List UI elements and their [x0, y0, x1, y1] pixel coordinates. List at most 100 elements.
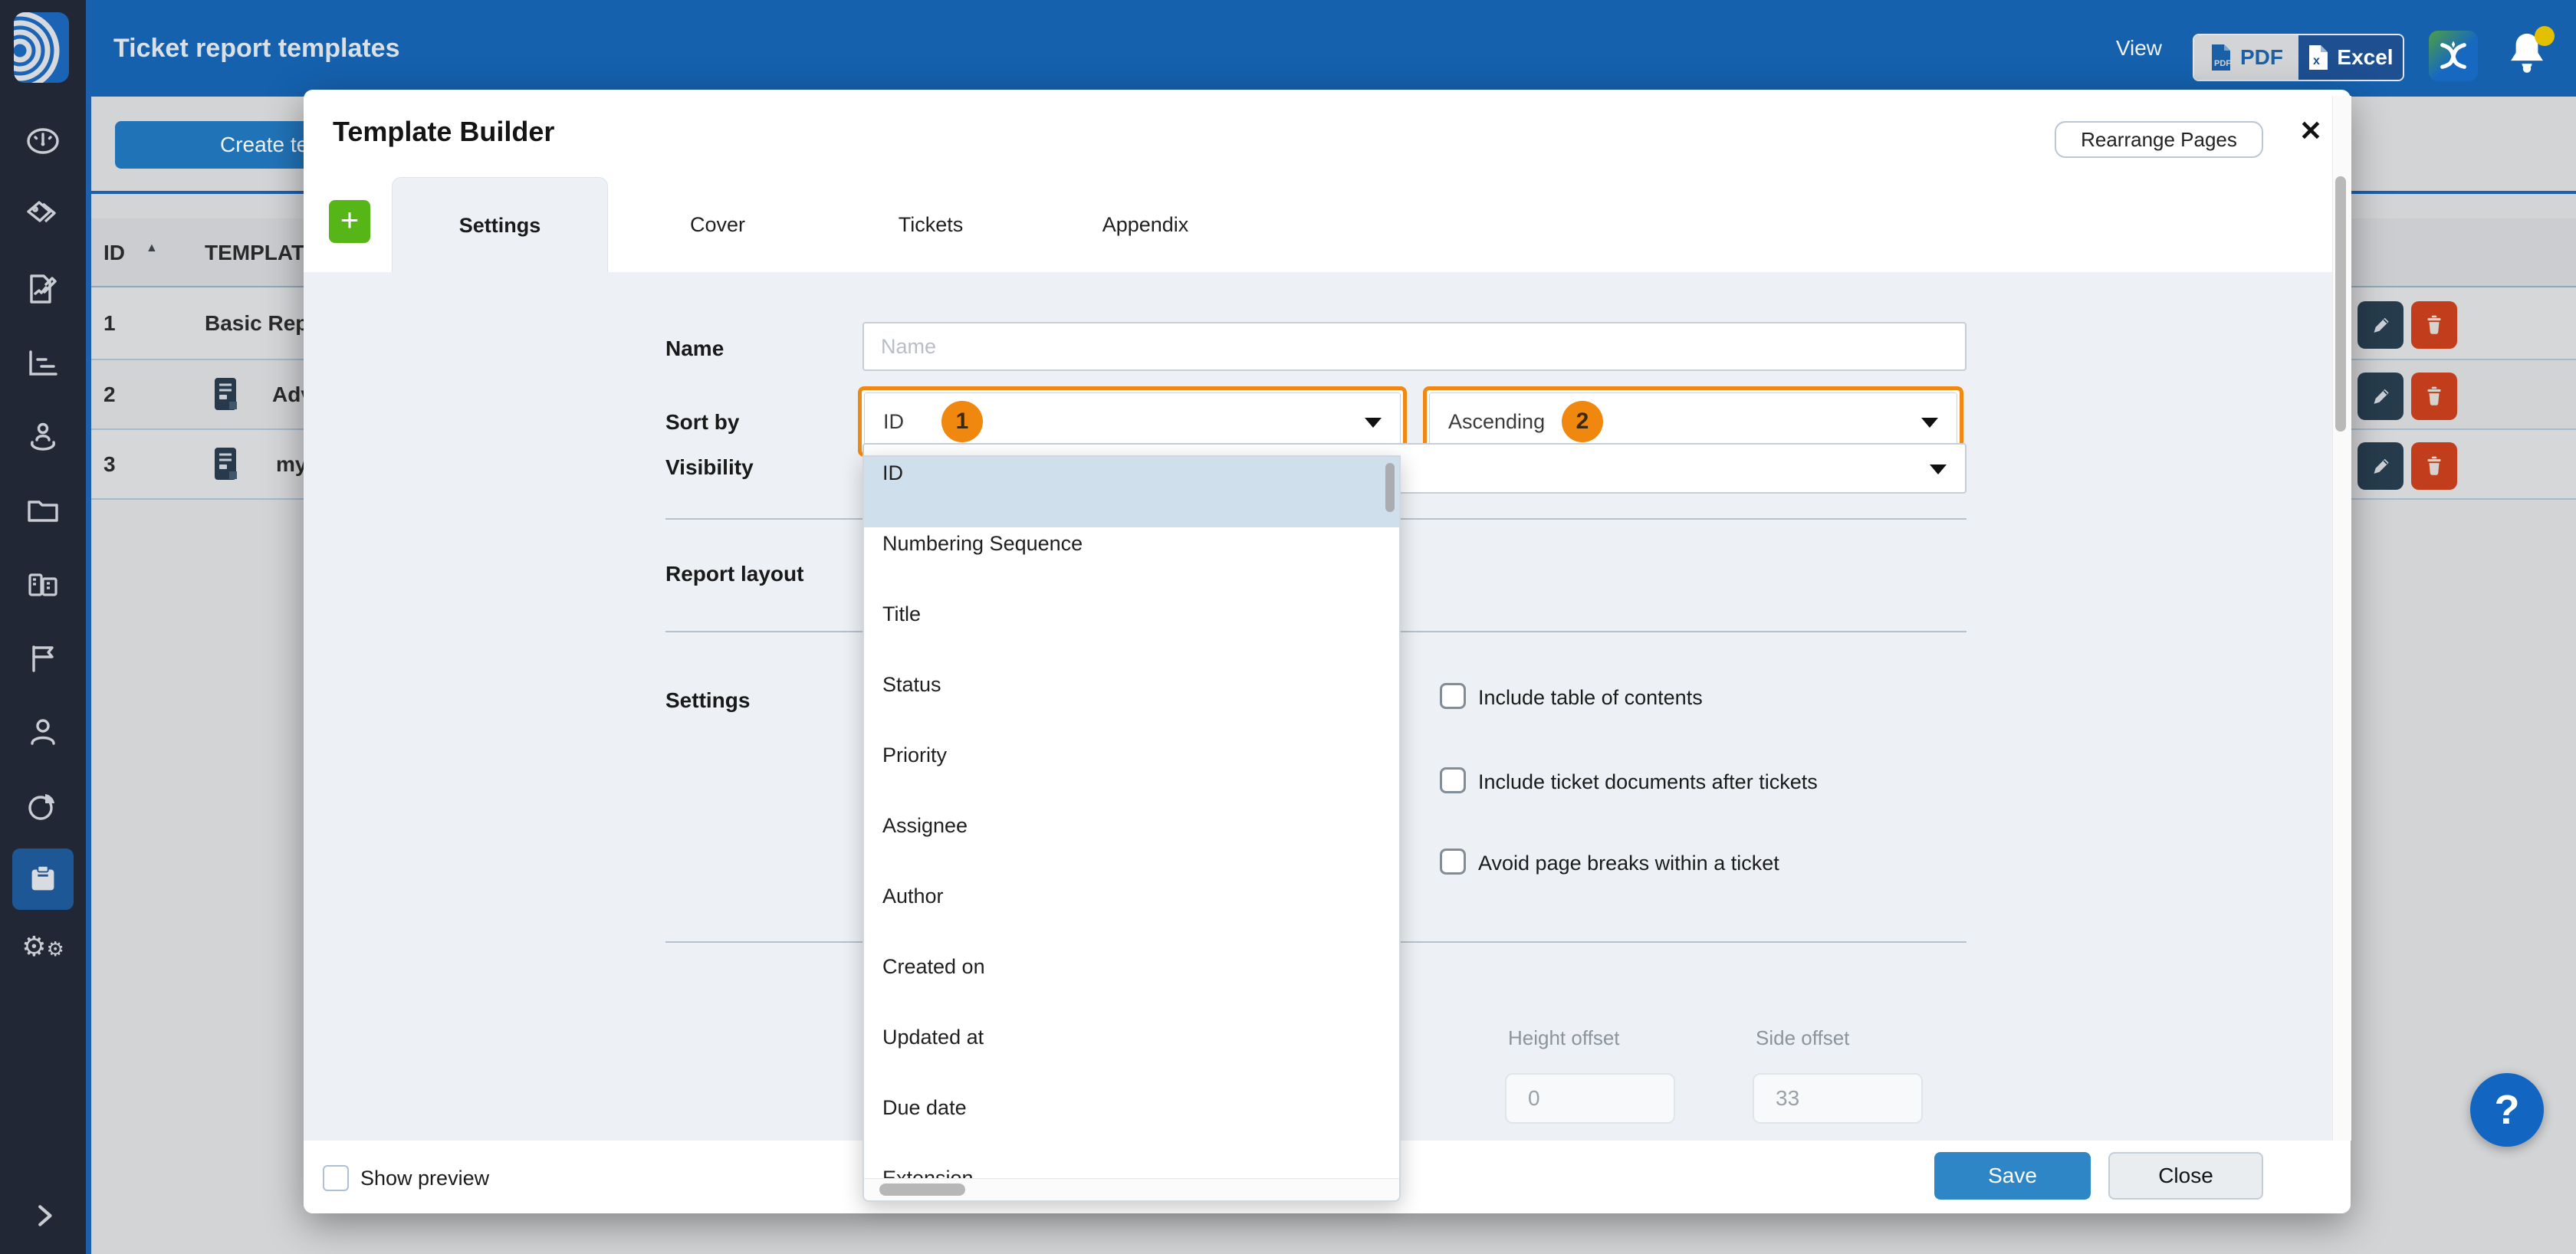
row-id: 2 — [104, 360, 116, 428]
visibility-label: Visibility — [665, 455, 754, 480]
tab-appendix-label: Appendix — [1102, 213, 1189, 237]
sort-by-label: Sort by — [665, 410, 739, 435]
tab-appendix[interactable]: Appendix — [1061, 177, 1230, 272]
height-offset-input[interactable] — [1505, 1073, 1675, 1124]
sidebar-item-settings[interactable]: ⚙⚙ — [21, 926, 64, 969]
dropdown-option[interactable]: Assignee — [864, 809, 1399, 880]
dropdown-option[interactable]: Created on — [864, 950, 1399, 1021]
flag-icon — [25, 640, 61, 677]
sidebar-item-folder[interactable] — [21, 490, 64, 533]
pencil-icon — [2367, 312, 2394, 338]
dropdown-option[interactable]: Due date — [864, 1092, 1399, 1162]
include-toc-label: Include table of contents — [1478, 686, 1703, 710]
column-header-id[interactable]: ID — [104, 218, 125, 287]
sidebar-item-bar-chart[interactable] — [21, 342, 64, 385]
tab-cover[interactable]: Cover — [633, 177, 802, 272]
dropdown-option[interactable]: Author — [864, 880, 1399, 950]
user-icon — [25, 714, 61, 751]
side-offset-label: Side offset — [1756, 1026, 1849, 1050]
edit-row-button[interactable] — [2358, 442, 2404, 490]
template-doc-icon — [214, 447, 240, 482]
height-offset-label: Height offset — [1508, 1026, 1620, 1050]
include-toc-checkbox[interactable] — [1440, 683, 1466, 709]
sidebar-item-dashboard[interactable] — [21, 120, 64, 162]
bar-chart-icon — [25, 345, 61, 382]
row-id: 1 — [104, 287, 116, 359]
excel-toggle-button[interactable]: x Excel — [2298, 35, 2403, 80]
row-id: 3 — [104, 430, 116, 498]
dropdown-vertical-scrollbar[interactable] — [1385, 463, 1395, 512]
name-field-label: Name — [665, 336, 724, 361]
sort-direction-value: Ascending — [1448, 393, 1545, 450]
settings-section-label: Settings — [665, 688, 750, 713]
help-question-icon: ? — [2495, 1086, 2520, 1134]
dropdown-horizontal-scrollbar[interactable] — [879, 1183, 965, 1196]
edit-row-button[interactable] — [2358, 301, 2404, 349]
save-button[interactable]: Save — [1934, 1152, 2091, 1200]
tab-tickets[interactable]: Tickets — [846, 177, 1015, 272]
rearrange-pages-button[interactable]: Rearrange Pages — [2055, 121, 2263, 158]
notification-badge — [2535, 26, 2555, 46]
close-button[interactable]: Close — [2108, 1152, 2263, 1200]
shell-logo-icon — [14, 12, 69, 83]
rearrange-pages-label: Rearrange Pages — [2081, 128, 2237, 152]
view-label: View — [2070, 0, 2162, 97]
show-preview-label: Show preview — [360, 1165, 489, 1191]
dropdown-option[interactable]: Status — [864, 668, 1399, 739]
dropdown-option[interactable]: Priority — [864, 739, 1399, 809]
trash-icon — [2422, 312, 2446, 338]
column-header-template[interactable]: TEMPLATE — [205, 218, 319, 287]
sort-asc-icon: ▲ — [146, 241, 158, 255]
sidebar-item-flag[interactable] — [21, 637, 64, 680]
tags-icon — [25, 197, 61, 234]
add-page-tab-button[interactable]: + — [329, 200, 370, 243]
pencil-icon — [2367, 383, 2394, 409]
sidebar-item-tags[interactable] — [21, 194, 64, 237]
trash-icon — [2422, 453, 2446, 479]
dropdown-horizontal-scrollbar-track — [864, 1178, 1399, 1200]
clipboard-icon — [25, 862, 61, 897]
help-button[interactable]: ? — [2470, 1073, 2544, 1147]
chevron-down-icon — [1921, 418, 1938, 428]
side-offset-input[interactable] — [1753, 1073, 1923, 1124]
dropdown-list: ID Numbering Sequence Title Status Prior… — [864, 457, 1399, 1179]
avoid-page-breaks-checkbox[interactable] — [1440, 849, 1466, 875]
dropdown-option-selected[interactable]: ID — [864, 457, 1399, 527]
sidebar-item-templates-active[interactable] — [12, 849, 74, 910]
sidebar-item-person-location[interactable] — [21, 415, 64, 458]
person-location-icon — [25, 419, 61, 455]
include-ticket-documents-label: Include ticket documents after tickets — [1478, 770, 1818, 794]
sidebar-item-user[interactable] — [21, 711, 64, 754]
create-template-label: Create te — [220, 121, 308, 169]
name-input[interactable] — [863, 322, 1967, 371]
tab-settings[interactable]: Settings — [392, 177, 608, 273]
pie-chart-icon — [25, 788, 61, 825]
delete-row-button[interactable] — [2411, 442, 2457, 490]
modal-scrollbar[interactable] — [2335, 176, 2346, 432]
dropdown-option[interactable]: Extension — [864, 1162, 1399, 1179]
show-preview-checkbox[interactable] — [323, 1165, 349, 1191]
edit-row-button[interactable] — [2358, 373, 2404, 420]
step-badge-2: 2 — [1562, 401, 1603, 442]
company-logo[interactable] — [14, 12, 69, 83]
dropdown-option[interactable]: Numbering Sequence — [864, 527, 1399, 598]
dropdown-option[interactable]: Updated at — [864, 1021, 1399, 1092]
delete-row-button[interactable] — [2411, 373, 2457, 420]
sidebar-item-buildings[interactable] — [21, 563, 64, 606]
delete-row-button[interactable] — [2411, 301, 2457, 349]
sort-field-value: ID — [883, 393, 904, 450]
sidebar-expand-button[interactable] — [29, 1200, 60, 1235]
pencil-icon — [2367, 453, 2394, 479]
svg-text:x: x — [2313, 54, 2320, 67]
dropdown-option[interactable]: Title — [864, 598, 1399, 668]
sort-direction-select-inner: Ascending 2 — [1429, 392, 1957, 451]
sort-field-dropdown: ID Numbering Sequence Title Status Prior… — [863, 455, 1401, 1202]
modal-close-icon[interactable]: ✕ — [2294, 114, 2328, 148]
gears-icon: ⚙⚙ — [21, 933, 64, 963]
app-switcher-button[interactable] — [2429, 31, 2478, 81]
pdf-toggle-button[interactable]: PDF PDF — [2194, 35, 2298, 80]
sidebar-item-edit-document[interactable] — [21, 268, 64, 310]
include-ticket-documents-checkbox[interactable] — [1440, 767, 1466, 793]
chevron-down-icon — [1930, 465, 1947, 474]
sidebar-item-pie-chart[interactable] — [21, 785, 64, 828]
